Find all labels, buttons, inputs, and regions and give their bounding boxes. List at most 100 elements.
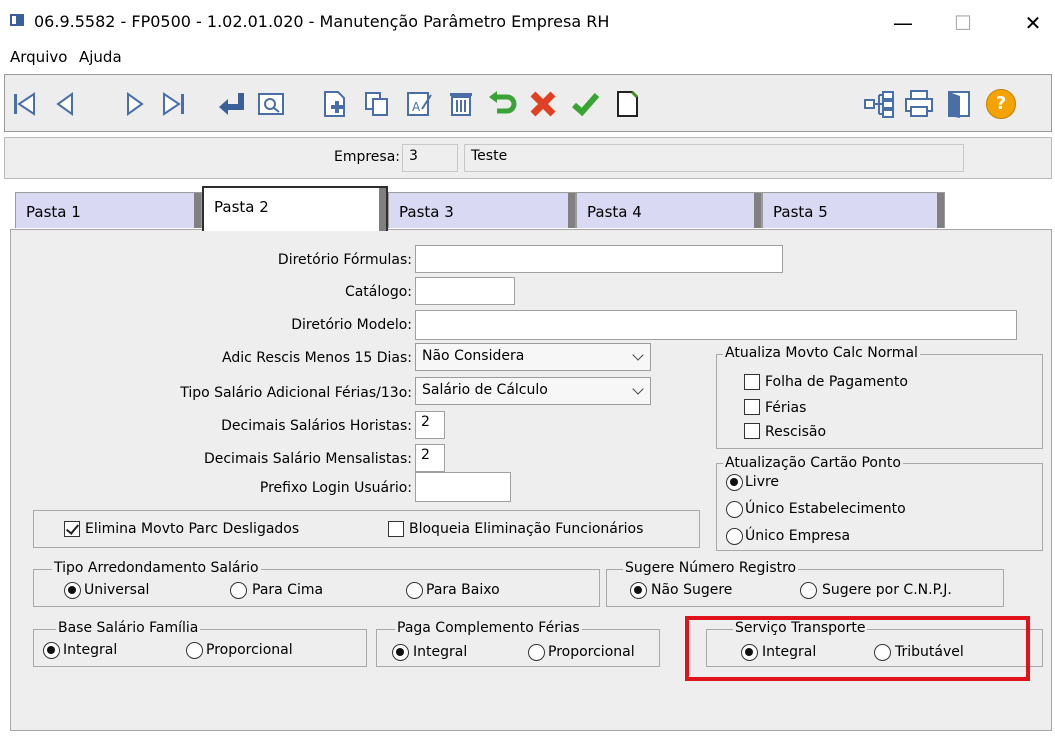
menu-ajuda[interactable]: Ajuda [79,48,122,66]
atualizacao-cartao-legend: Atualização Cartão Ponto [723,455,903,471]
menu-arquivo[interactable]: Arquivo [10,48,67,66]
complemento-integral-radio[interactable] [392,644,409,661]
rescisao-checkbox[interactable] [744,423,760,439]
last-record-icon[interactable] [157,87,189,121]
chevron-down-icon [632,349,644,361]
sugere-cnpj-radio[interactable] [800,582,817,599]
arredondamento-para-baixo-label: Para Baixo [426,582,500,598]
catalogo-label: Catálogo: [344,284,412,300]
decimais-mensalistas-field[interactable]: 2 [415,444,445,472]
tipo-salario-select[interactable]: Salário de Cálculo [415,377,651,405]
decimais-horistas-field[interactable]: 2 [415,411,445,439]
tab-label: Pasta 2 [214,198,269,216]
tab-pasta-4[interactable]: Pasta 4 [576,192,762,228]
tab-label: Pasta 4 [587,203,642,221]
decimais-horistas-label: Decimais Salários Horistas: [221,418,412,434]
tipo-arredondamento-legend: Tipo Arredondamento Salário [52,560,261,576]
maximize-button[interactable]: ☐ [940,8,986,38]
familia-proporcional-label: Proporcional [206,642,293,658]
delete-record-icon[interactable] [445,87,477,121]
tab-pasta-3[interactable]: Pasta 3 [388,192,576,228]
arredondamento-universal-radio[interactable] [64,582,81,599]
arredondamento-universal-label: Universal [84,582,150,598]
atualiza-movto-legend: Atualiza Movto Calc Normal [723,345,920,361]
complemento-proporcional-label: Proporcional [548,644,635,660]
complemento-proporcional-radio[interactable] [528,644,545,661]
prefixo-login-field[interactable] [415,472,511,502]
diretorio-formulas-field[interactable] [415,245,783,273]
tab-pasta-5[interactable]: Pasta 5 [762,192,945,228]
empresa-code-field: 3 [402,144,458,172]
next-record-icon[interactable] [119,87,151,121]
familia-integral-radio[interactable] [43,642,60,659]
arredondamento-para-cima-radio[interactable] [230,582,247,599]
return-icon[interactable] [215,87,247,121]
cartao-unico-estabelecimento-radio[interactable] [726,501,743,518]
new-record-icon[interactable] [319,87,351,121]
nao-sugere-radio[interactable] [630,582,647,599]
paga-complemento-legend: Paga Complemento Férias [395,620,582,636]
tab-label: Pasta 3 [399,203,454,221]
cartao-unico-estabelecimento-label: Único Estabelecimento [745,501,906,517]
adic-rescis-label: Adic Rescis Menos 15 Dias: [222,350,412,366]
ferias-label: Férias [765,400,807,416]
highlight-box [685,616,1030,681]
tipo-salario-label: Tipo Salário Adicional Férias/13o: [180,385,412,401]
cartao-unico-empresa-radio[interactable] [726,528,743,545]
toolbar: A ? [4,74,1052,132]
previous-record-icon[interactable] [49,87,81,121]
tab-pasta-1[interactable]: Pasta 1 [15,192,202,228]
arredondamento-para-baixo-radio[interactable] [406,582,423,599]
menu-bar [0,45,1055,71]
cartao-livre-radio[interactable] [726,474,743,491]
folha-pagamento-checkbox[interactable] [744,374,760,390]
title-bar: 06.9.5582 - FP0500 - 1.02.01.020 - Manut… [0,0,1055,44]
tab-pasta-2[interactable]: Pasta 2 [202,186,388,231]
elimina-movto-label: Elimina Movto Parc Desligados [85,521,300,537]
cancel-icon[interactable] [527,87,559,121]
diretorio-modelo-field[interactable] [415,310,1017,340]
empresa-name-field: Teste [464,144,964,172]
help-icon[interactable]: ? [985,87,1017,121]
elimina-movto-checkbox[interactable] [64,521,80,537]
close-button[interactable]: ✕ [1010,8,1055,38]
window-title: 06.9.5582 - FP0500 - 1.02.01.020 - Manut… [34,12,610,31]
folha-pagamento-label: Folha de Pagamento [765,374,908,390]
adic-rescis-select[interactable]: Não Considera [415,343,651,371]
empresa-label: Empresa: [333,149,400,165]
select-value: Salário de Cálculo [422,382,548,398]
confirm-icon[interactable] [569,87,601,121]
base-salario-familia-legend: Base Salário Família [56,620,201,636]
familia-integral-label: Integral [63,642,118,658]
svg-text:A: A [412,100,421,114]
catalogo-field[interactable] [415,277,515,305]
rescisao-label: Rescisão [765,424,827,440]
tab-label: Pasta 1 [26,203,81,221]
undo-icon[interactable] [487,87,519,121]
first-record-icon[interactable] [9,87,41,121]
minimize-button[interactable]: — [880,8,926,38]
complemento-integral-label: Integral [413,644,468,660]
diretorio-modelo-label: Diretório Modelo: [291,317,412,333]
cartao-livre-label: Livre [745,474,780,490]
tab-label: Pasta 5 [773,203,828,221]
decimais-mensalistas-label: Decimais Salário Mensalistas: [203,451,412,467]
hierarchy-icon[interactable] [863,87,895,121]
zoom-icon[interactable] [255,87,287,121]
bloqueia-eliminacao-checkbox[interactable] [388,521,404,537]
prefixo-login-label: Prefixo Login Usuário: [259,480,412,496]
exit-door-icon[interactable] [943,87,975,121]
ferias-checkbox[interactable] [744,399,760,415]
app-icon [10,14,24,26]
arredondamento-para-cima-label: Para Cima [252,582,324,598]
copy-record-icon[interactable] [361,87,393,121]
new-document-icon[interactable] [611,87,643,121]
diretorio-formulas-label: Diretório Fórmulas: [277,252,412,268]
sugere-cnpj-label: Sugere por C.N.P.J. [822,582,952,598]
nao-sugere-label: Não Sugere [651,582,733,598]
edit-record-icon[interactable]: A [403,87,435,121]
print-icon[interactable] [903,87,935,121]
bloqueia-eliminacao-label: Bloqueia Eliminação Funcionários [409,521,644,537]
cartao-unico-empresa-label: Único Empresa [745,528,851,544]
familia-proporcional-radio[interactable] [186,642,203,659]
